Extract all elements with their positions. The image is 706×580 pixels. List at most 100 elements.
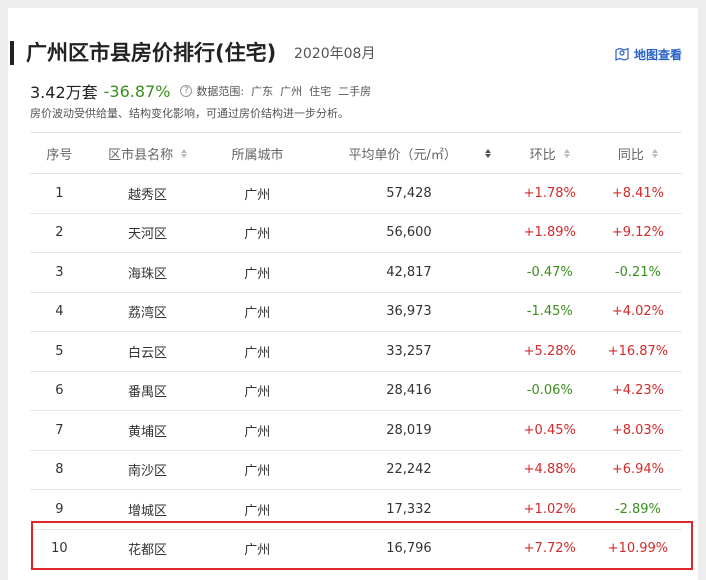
- map-pin-icon: [615, 47, 629, 61]
- cell-rank: 4: [55, 304, 64, 320]
- cell-yoy-change: +8.03%: [611, 422, 665, 438]
- scope-tag-market: 二手房: [338, 85, 372, 98]
- cell-avg-price: 28,416: [386, 383, 432, 399]
- cell-yoy-change: +16.87%: [607, 343, 669, 359]
- scope-tag-city: 广州: [280, 85, 303, 98]
- ranking-table: 序号 区市县名称 所属城市 平均单价（元/㎡） 环比 同比 1 越秀区 广州 57,4…: [30, 132, 682, 569]
- cell-city: 广州: [244, 385, 271, 401]
- cell-avg-price: 28,019: [386, 422, 432, 438]
- cell-city: 广州: [244, 266, 271, 282]
- sort-arrows-icon[interactable]: [651, 148, 658, 158]
- col-header-name-label: 区市县名称: [108, 147, 174, 163]
- note-text: 房价波动受供给量、结构变化影响，可通过房价结构进一步分析。: [30, 107, 349, 120]
- cell-city: 广州: [244, 306, 271, 322]
- cell-avg-price: 17,332: [386, 501, 432, 517]
- summary-row: 3.42万套 -36.87% ? 数据范围: 广东 广州 住宅 二手房: [30, 80, 372, 103]
- page-title: 广州区市县房价排行(住宅): [26, 41, 277, 65]
- cell-district-name: 白云区: [128, 345, 168, 361]
- table-header: 序号 区市县名称 所属城市 平均单价（元/㎡） 环比 同比: [30, 132, 682, 174]
- cell-avg-price: 22,242: [386, 462, 432, 478]
- cell-yoy-change: +4.23%: [611, 383, 665, 399]
- cell-city: 广州: [244, 345, 271, 361]
- cell-yoy-change: -0.21%: [614, 264, 661, 280]
- scope-label: 数据范围:: [196, 85, 245, 98]
- cell-avg-price: 57,428: [386, 185, 432, 201]
- cell-district-name: 越秀区: [128, 187, 168, 203]
- cell-mom-change: +0.45%: [523, 422, 576, 438]
- table-row[interactable]: 2 天河区 广州 56,600 +1.89% +9.12%: [30, 214, 682, 253]
- cell-rank: 3: [55, 264, 64, 280]
- cell-avg-price: 56,600: [386, 225, 432, 241]
- cell-mom-change: -1.45%: [526, 304, 573, 320]
- cell-district-name: 花都区: [128, 543, 168, 559]
- volume-change: -36.87%: [103, 81, 171, 101]
- cell-rank: 10: [51, 541, 68, 557]
- cell-district-name: 荔湾区: [128, 306, 168, 322]
- table-row[interactable]: 8 南沙区 广州 22,242 +4.88% +6.94%: [30, 451, 682, 490]
- cell-mom-change: +5.28%: [523, 343, 576, 359]
- sort-arrows-icon[interactable]: [181, 148, 188, 158]
- col-header-mom[interactable]: 环比: [505, 144, 593, 163]
- table-row[interactable]: 3 海珠区 广州 42,817 -0.47% -0.21%: [30, 253, 682, 293]
- cell-district-name: 南沙区: [128, 464, 168, 480]
- col-header-price-label: 平均单价（元/㎡）: [348, 147, 457, 163]
- cell-mom-change: +1.78%: [523, 185, 576, 201]
- cell-avg-price: 16,796: [386, 541, 432, 557]
- map-view-link[interactable]: 地图查看: [614, 45, 682, 63]
- col-header-rank: 序号: [46, 147, 73, 163]
- cell-yoy-change: -2.89%: [614, 501, 661, 517]
- scope-tag-province: 广东: [251, 85, 274, 98]
- cell-yoy-change: +10.99%: [607, 541, 669, 557]
- title-accent-bar: [10, 41, 14, 65]
- cell-avg-price: 42,817: [386, 264, 432, 280]
- cell-mom-change: +7.72%: [523, 541, 576, 557]
- cell-district-name: 番禺区: [128, 385, 168, 401]
- cell-city: 广州: [244, 503, 271, 519]
- cell-avg-price: 36,973: [386, 304, 432, 320]
- table-body: 1 越秀区 广州 57,428 +1.78% +8.41% 2 天河区 广州 56,600 +1.8…: [30, 174, 682, 569]
- cell-mom-change: +4.88%: [523, 462, 576, 478]
- cell-rank: 2: [55, 225, 64, 241]
- cell-city: 广州: [244, 543, 271, 559]
- question-circle-icon[interactable]: ?: [180, 85, 193, 97]
- col-header-yoy-label: 同比: [617, 147, 644, 163]
- table-row[interactable]: 4 荔湾区 广州 36,973 -1.45% +4.02%: [30, 293, 682, 332]
- table-row[interactable]: 9 增城区 广州 17,332 +1.02% -2.89%: [30, 490, 682, 530]
- cell-avg-price: 33,257: [386, 343, 432, 359]
- scope-tag-type: 住宅: [309, 85, 332, 98]
- cell-yoy-change: +4.02%: [611, 304, 665, 320]
- cell-rank: 5: [55, 343, 64, 359]
- cell-mom-change: +1.02%: [523, 501, 576, 517]
- cell-city: 广州: [244, 424, 271, 440]
- cell-rank: 7: [55, 422, 64, 438]
- map-view-label: 地图查看: [633, 47, 682, 62]
- sort-arrows-icon[interactable]: [563, 148, 570, 158]
- cell-mom-change: -0.47%: [526, 264, 573, 280]
- col-header-city: 所属城市: [231, 147, 284, 163]
- cell-city: 广州: [244, 464, 271, 480]
- table-row[interactable]: 6 番禺区 广州 28,416 -0.06% +4.23%: [30, 372, 682, 411]
- cell-rank: 1: [55, 185, 64, 201]
- ranking-card: 广州区市县房价排行(住宅) 2020年08月 地图查看 3.42万套 -36.8…: [8, 8, 698, 580]
- col-header-yoy[interactable]: 同比: [594, 144, 682, 163]
- col-header-name[interactable]: 区市县名称: [89, 144, 207, 163]
- table-row[interactable]: 7 黄埔区 广州 28,019 +0.45% +8.03%: [30, 411, 682, 451]
- cell-rank: 9: [55, 501, 64, 517]
- cell-mom-change: +1.89%: [523, 225, 576, 241]
- cell-yoy-change: +9.12%: [611, 225, 665, 241]
- transaction-volume: 3.42万套: [30, 83, 98, 102]
- table-row[interactable]: 1 越秀区 广州 57,428 +1.78% +8.41%: [30, 174, 682, 214]
- cell-rank: 8: [55, 462, 64, 478]
- cell-city: 广州: [244, 187, 271, 203]
- table-row[interactable]: 5 白云区 广州 33,257 +5.28% +16.87%: [30, 332, 682, 372]
- cell-district-name: 海珠区: [128, 266, 168, 282]
- cell-mom-change: -0.06%: [526, 383, 573, 399]
- cell-yoy-change: +6.94%: [611, 462, 665, 478]
- cell-district-name: 增城区: [128, 503, 168, 519]
- cell-yoy-change: +8.41%: [611, 185, 665, 201]
- cell-district-name: 黄埔区: [128, 424, 168, 440]
- sort-arrows-icon[interactable]: [484, 148, 491, 158]
- col-header-price[interactable]: 平均单价（元/㎡）: [309, 144, 506, 163]
- period-label: 2020年08月: [294, 46, 376, 62]
- table-row[interactable]: 10 花都区 广州 16,796 +7.72% +10.99%: [30, 530, 682, 569]
